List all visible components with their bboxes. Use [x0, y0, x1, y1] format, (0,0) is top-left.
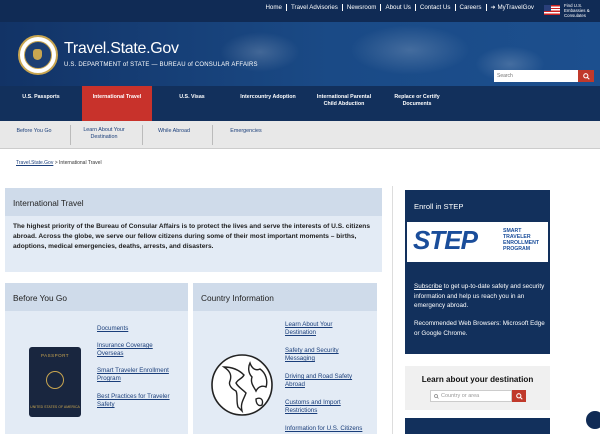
site-subtitle: U.S. DEPARTMENT of STATE — BUREAU of CON…	[64, 62, 258, 68]
breadcrumb: Travel.State.Gov > International Travel	[16, 160, 102, 166]
link-documents[interactable]: Documents	[97, 325, 128, 333]
intro-panel: International Travel The highest priorit…	[5, 188, 382, 272]
us-flag-icon[interactable]	[544, 5, 560, 15]
site-title[interactable]: Travel.State.Gov	[64, 40, 179, 58]
subnav-before-you-go[interactable]: Before You Go	[16, 128, 52, 135]
country-information-title: Country Information	[193, 283, 377, 311]
link-best-practices[interactable]: Best Practices for Traveler Safety	[97, 393, 179, 409]
country-information-panel: Country Information Learn About Your Des…	[193, 283, 377, 434]
sub-nav: Before You Go Learn About Your Destinati…	[0, 121, 600, 149]
login-icon: ➜	[490, 4, 496, 11]
department-seal-logo[interactable]	[18, 35, 58, 75]
utility-link-newsroom[interactable]: Newsroom	[343, 4, 382, 11]
link-customs-import[interactable]: Customs and Import Restrictions	[285, 399, 355, 415]
step-title: Enroll in STEP	[414, 202, 464, 211]
intro-body: The highest priority of the Bureau of Co…	[13, 223, 370, 250]
subnav-divider	[142, 125, 143, 145]
step-logo[interactable]: STEP SMART TRAVELER ENROLLMENT PROGRAM	[407, 222, 548, 262]
destination-search-button[interactable]	[512, 390, 526, 402]
nav-international-travel[interactable]: International Travel	[82, 86, 152, 121]
link-smart-traveler[interactable]: Smart Traveler Enrollment Program	[97, 367, 177, 383]
utility-link-contact-us[interactable]: Contact Us	[416, 4, 456, 11]
learn-destination-title: Learn about your destination	[421, 375, 534, 384]
breadcrumb-current: International Travel	[59, 160, 102, 166]
next-panel-header	[405, 418, 550, 434]
step-logo-line-4: PROGRAM	[503, 246, 531, 252]
column-divider	[392, 186, 393, 434]
utility-link-about-us[interactable]: About Us	[381, 4, 416, 11]
passport-image: PASSPORT UNITED STATES OF AMERICA	[29, 347, 81, 417]
utility-link-home[interactable]: Home	[261, 4, 287, 11]
subscribe-link[interactable]: Subscribe	[414, 283, 442, 290]
eagle-emblem-icon	[46, 371, 64, 389]
passport-label: PASSPORT	[40, 353, 70, 358]
search-icon	[582, 72, 590, 80]
globe-icon	[211, 354, 273, 416]
link-safety-security[interactable]: Safety and Security Messaging	[285, 347, 349, 363]
search-icon	[434, 394, 439, 399]
link-learn-destination[interactable]: Learn About Your Destination	[285, 321, 349, 337]
link-insurance-coverage[interactable]: Insurance Coverage Overseas	[97, 342, 167, 358]
subnav-while-abroad[interactable]: While Abroad	[154, 128, 194, 135]
before-you-go-panel: Before You Go Documents Insurance Covera…	[5, 283, 188, 434]
site-header: Travel.State.Gov U.S. DEPARTMENT of STAT…	[0, 22, 600, 86]
destination-search-placeholder: Country or area	[441, 393, 480, 399]
search-button[interactable]	[578, 70, 594, 82]
intro-title: International Travel	[5, 188, 382, 216]
find-embassies-link[interactable]: Find U.S. Embassies & Consulates	[564, 3, 594, 18]
search-icon	[515, 392, 523, 400]
chat-assistant-button[interactable]	[585, 410, 600, 430]
before-you-go-title: Before You Go	[5, 283, 188, 311]
subnav-divider	[70, 125, 71, 145]
recommended-browsers: Recommended Web Browsers: Microsoft Edge…	[414, 320, 545, 337]
utility-link-travel-advisories[interactable]: Travel Advisories	[287, 4, 343, 11]
step-logo-text: STEP	[413, 225, 478, 255]
utility-link-mytravelgov[interactable]: ➜ MyTravelGov	[487, 4, 538, 11]
subnav-divider	[212, 125, 213, 145]
mytravelgov-label: MyTravelGov	[497, 4, 534, 11]
step-enroll-panel: Enroll in STEP STEP SMART TRAVELER ENROL…	[405, 190, 550, 354]
nav-parental-child-abduction[interactable]: International Parental Child Abduction	[304, 86, 384, 121]
subnav-emergencies[interactable]: Emergencies	[226, 128, 266, 135]
step-description: Subscribe to get up-to-date safety and s…	[414, 282, 546, 311]
link-driving-road-safety[interactable]: Driving and Road Safety Abroad	[285, 373, 361, 389]
destination-search-input[interactable]: Country or area	[430, 390, 512, 402]
passport-country: UNITED STATES OF AMERICA	[30, 405, 80, 409]
nav-us-passports[interactable]: U.S. Passports	[0, 86, 82, 121]
subnav-learn-about-destination[interactable]: Learn About Your Destination	[80, 127, 128, 141]
utility-link-careers[interactable]: Careers	[456, 4, 487, 11]
search-input[interactable]	[494, 70, 578, 82]
link-info-us-citizens[interactable]: Information for U.S. Citizens	[285, 425, 375, 433]
learn-destination-widget: Learn about your destination Country or …	[405, 366, 550, 410]
nav-us-visas[interactable]: U.S. Visas	[152, 86, 232, 121]
breadcrumb-home-link[interactable]: Travel.State.Gov	[16, 160, 53, 166]
nav-replace-certify-documents[interactable]: Replace or Certify Documents	[384, 86, 450, 121]
utility-bar: Home Travel Advisories Newsroom About Us…	[0, 0, 600, 22]
utility-nav: Home Travel Advisories Newsroom About Us…	[261, 4, 538, 11]
main-nav: U.S. Passports International Travel U.S.…	[0, 86, 600, 121]
step-logo-tagline: SMART TRAVELER ENROLLMENT PROGRAM	[503, 228, 539, 252]
nav-intercountry-adoption[interactable]: Intercountry Adoption	[232, 86, 304, 121]
